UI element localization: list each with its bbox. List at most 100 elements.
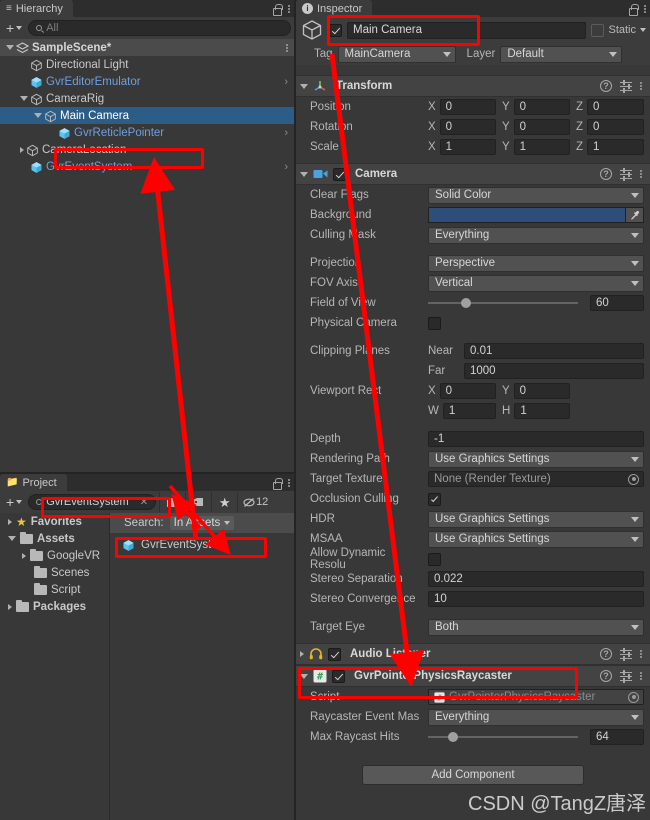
a-input[interactable]: 0 bbox=[439, 383, 496, 399]
component-header-camera[interactable]: Camera? bbox=[296, 163, 650, 185]
expander-closed-icon[interactable] bbox=[8, 518, 12, 525]
checkbox[interactable] bbox=[428, 552, 441, 566]
tab-project[interactable]: 📁 Project bbox=[0, 474, 67, 491]
hierarchy-item-gvrreticlepointer[interactable]: GvrReticlePointer › bbox=[0, 124, 294, 141]
tab-inspector[interactable]: i Inspector bbox=[296, 0, 373, 17]
text-input[interactable]: 1000 bbox=[464, 363, 644, 379]
b-input[interactable]: 1 bbox=[514, 403, 570, 419]
slider-value-input[interactable]: 60 bbox=[590, 295, 644, 311]
b-input[interactable]: 0 bbox=[513, 383, 570, 399]
gameobject-enabled-checkbox[interactable] bbox=[329, 23, 342, 37]
slider-knob[interactable] bbox=[461, 298, 471, 308]
kebab-menu-icon[interactable] bbox=[640, 169, 642, 179]
slider-knob[interactable] bbox=[447, 732, 458, 742]
hierarchy-item-directional-light[interactable]: Directional Light bbox=[0, 56, 294, 73]
chevron-down-icon[interactable] bbox=[640, 28, 646, 32]
favorite-star-icon[interactable]: ★ bbox=[211, 492, 237, 512]
x-input[interactable]: 1 bbox=[439, 139, 496, 155]
expander-open-icon[interactable] bbox=[20, 96, 28, 101]
add-component-button[interactable]: Add Component bbox=[362, 765, 584, 785]
text-input[interactable]: -1 bbox=[428, 431, 644, 447]
prefab-open-chevron-icon[interactable]: › bbox=[284, 127, 288, 139]
kebab-menu-icon[interactable] bbox=[640, 649, 642, 659]
dropdown[interactable]: Perspective bbox=[428, 254, 644, 272]
kebab-menu-icon[interactable] bbox=[288, 478, 290, 488]
expander-open-icon[interactable] bbox=[300, 673, 308, 679]
asset-type-filter-icon[interactable] bbox=[159, 492, 185, 512]
lock-icon[interactable] bbox=[272, 3, 283, 16]
dropdown[interactable]: Use Graphics Settings bbox=[428, 450, 644, 468]
a-input[interactable]: 1 bbox=[442, 403, 496, 419]
object-field[interactable]: # GvrPointerPhysicsRaycaster bbox=[428, 689, 644, 705]
kebab-menu-icon[interactable] bbox=[640, 81, 642, 91]
eyedropper-icon[interactable] bbox=[626, 207, 644, 223]
dropdown[interactable]: Use Graphics Settings bbox=[428, 510, 644, 528]
kebab-menu-icon[interactable] bbox=[286, 43, 288, 53]
lock-icon[interactable] bbox=[272, 477, 283, 490]
slider-value-input[interactable]: 64 bbox=[590, 729, 644, 745]
clear-x-icon[interactable]: ✕ bbox=[140, 497, 148, 508]
project-tree-item-packages[interactable]: Packages bbox=[0, 598, 109, 615]
gameobject-name-input[interactable]: Main Camera bbox=[347, 21, 587, 39]
hierarchy-item-camerarig[interactable]: CameraRig bbox=[0, 90, 294, 107]
object-picker-icon[interactable] bbox=[628, 473, 639, 485]
object-picker-icon[interactable] bbox=[628, 691, 639, 703]
component-header-transform[interactable]: Transform? bbox=[296, 75, 650, 97]
dropdown[interactable]: Solid Color bbox=[428, 186, 644, 204]
expander-closed-icon[interactable] bbox=[20, 146, 24, 153]
tab-hierarchy[interactable]: ≡ Hierarchy bbox=[0, 0, 73, 17]
project-tree-item-assets[interactable]: Assets bbox=[0, 530, 109, 547]
hierarchy-search-input[interactable]: All bbox=[28, 20, 291, 36]
y-input[interactable]: 0 bbox=[513, 119, 570, 135]
text-input[interactable]: 10 bbox=[428, 591, 644, 607]
y-input[interactable]: 0 bbox=[513, 99, 570, 115]
hidden-assets-count[interactable]: 12 bbox=[237, 492, 273, 512]
y-input[interactable]: 1 bbox=[513, 139, 570, 155]
text-input[interactable]: 0.022 bbox=[428, 571, 644, 587]
color-field[interactable] bbox=[428, 207, 644, 223]
checkbox[interactable] bbox=[428, 492, 441, 506]
hierarchy-item-gvreventsystem[interactable]: GvrEventSystem › bbox=[0, 158, 294, 175]
component-header-audio-listener[interactable]: Audio Listener? bbox=[296, 643, 650, 665]
project-tree-item-favorites[interactable]: ★ Favorites bbox=[0, 513, 109, 530]
project-tree-item-scenes[interactable]: Scenes bbox=[0, 564, 109, 581]
expander-open-icon[interactable] bbox=[300, 171, 308, 177]
help-icon[interactable]: ? bbox=[600, 80, 612, 92]
expander-closed-icon[interactable] bbox=[8, 603, 12, 610]
z-input[interactable]: 0 bbox=[587, 119, 644, 135]
z-input[interactable]: 0 bbox=[587, 99, 644, 115]
expander-closed-icon[interactable] bbox=[22, 552, 26, 559]
preset-icon[interactable] bbox=[620, 80, 632, 93]
dropdown[interactable]: Everything bbox=[428, 226, 644, 244]
hierarchy-item-gvreditoremulator[interactable]: GvrEditorEmulator › bbox=[0, 73, 294, 90]
component-enabled-checkbox[interactable] bbox=[328, 647, 341, 661]
slider[interactable] bbox=[428, 295, 578, 311]
component-header-gvrpointerphysicsraycaster[interactable]: # GvrPointerPhysicsRaycaster? bbox=[296, 665, 650, 687]
object-field[interactable]: None (Render Texture) bbox=[428, 471, 644, 487]
component-enabled-checkbox[interactable] bbox=[332, 669, 345, 683]
component-enabled-checkbox[interactable] bbox=[333, 167, 346, 181]
expander-open-icon[interactable] bbox=[8, 536, 16, 541]
help-icon[interactable]: ? bbox=[600, 670, 612, 682]
dropdown[interactable]: Vertical bbox=[428, 274, 644, 292]
kebab-menu-icon[interactable] bbox=[640, 671, 642, 681]
slider[interactable] bbox=[428, 729, 578, 745]
project-result-item[interactable]: GvrEventSystem bbox=[110, 536, 294, 553]
help-icon[interactable]: ? bbox=[600, 648, 612, 660]
text-input[interactable]: 0.01 bbox=[464, 343, 644, 359]
project-tree-item-googlevr[interactable]: GoogleVR bbox=[0, 547, 109, 564]
expander-closed-icon[interactable] bbox=[300, 651, 304, 657]
project-tree-item-script[interactable]: Script bbox=[0, 581, 109, 598]
prefab-open-chevron-icon[interactable]: › bbox=[284, 76, 288, 88]
kebab-menu-icon[interactable] bbox=[644, 4, 646, 14]
lock-icon[interactable] bbox=[628, 3, 639, 16]
hierarchy-item-cameralocation[interactable]: CameraLocation bbox=[0, 141, 294, 158]
expander-open-icon[interactable] bbox=[6, 45, 14, 50]
prefab-open-chevron-icon[interactable]: › bbox=[284, 161, 288, 173]
layer-dropdown[interactable]: Default bbox=[500, 45, 623, 63]
checkbox[interactable] bbox=[428, 316, 441, 330]
dropdown[interactable]: Use Graphics Settings bbox=[428, 530, 644, 548]
tag-dropdown[interactable]: MainCamera bbox=[337, 45, 456, 63]
preset-icon[interactable] bbox=[620, 168, 632, 181]
create-gameobject-button[interactable]: + bbox=[3, 21, 25, 35]
